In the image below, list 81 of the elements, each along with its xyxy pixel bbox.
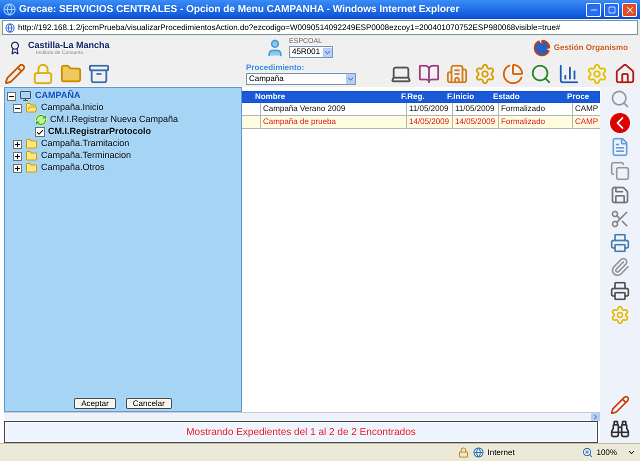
- building-icon[interactable]: [446, 62, 468, 84]
- binoculars-icon[interactable]: [610, 419, 630, 439]
- pencil-icon[interactable]: [4, 62, 26, 84]
- folder-icon: [25, 150, 38, 162]
- zoom-level[interactable]: 100%: [596, 446, 617, 458]
- scroll-right-icon: [591, 413, 600, 422]
- document-icon[interactable]: [610, 137, 630, 157]
- paperclip-icon[interactable]: [610, 257, 630, 277]
- results-message: Mostrando Expedientes del 1 al 2 de 2 Encontrados: [186, 426, 416, 440]
- procedimiento-select[interactable]: Campaña: [246, 72, 356, 84]
- column-header[interactable]: Proce: [564, 91, 600, 103]
- books-icon[interactable]: [418, 62, 440, 84]
- tree-item[interactable]: Campaña.Terminacion: [41, 149, 132, 163]
- tree-item[interactable]: Campaña.Tramitacion: [41, 137, 130, 151]
- expand-toggle[interactable]: [13, 140, 22, 148]
- zoom-icon: [582, 447, 593, 458]
- logo-icon: [532, 39, 551, 57]
- folder-icon: [25, 102, 38, 114]
- accept-button[interactable]: Aceptar: [74, 398, 116, 410]
- refresh-icon: [35, 114, 47, 126]
- cut-icon[interactable]: [610, 209, 630, 229]
- procedimiento-label: Procedimiento:: [246, 62, 306, 72]
- close-button[interactable]: [622, 2, 637, 16]
- horizontal-scrollbar[interactable]: [4, 412, 600, 422]
- table-row[interactable]: Campaña de prueba 14/05/2009 14/05/2009 Formalizado CAMP: [242, 116, 600, 129]
- pie-chart-icon[interactable]: [502, 62, 524, 84]
- table-cell: 14/05/2009: [452, 116, 498, 128]
- search-icon[interactable]: [530, 62, 552, 84]
- copy-icon[interactable]: [610, 161, 630, 181]
- computer-icon: [19, 90, 32, 102]
- table-cell: Formalizado: [498, 116, 572, 128]
- home-icon[interactable]: [614, 62, 636, 84]
- printer-icon[interactable]: [610, 281, 630, 301]
- collapse-toggle[interactable]: [13, 104, 22, 112]
- search-icon[interactable]: [610, 89, 630, 109]
- expand-toggle[interactable]: [13, 152, 22, 160]
- back-icon[interactable]: [610, 113, 630, 133]
- folder-icon: [25, 138, 38, 150]
- checkbox[interactable]: [35, 127, 45, 137]
- folder-icon[interactable]: [60, 62, 82, 84]
- browser-icon: [3, 3, 16, 16]
- dropdown-icon: [323, 48, 332, 56]
- minimize-button[interactable]: [586, 2, 601, 16]
- table-row[interactable]: Campaña Verano 2009 11/05/2009 11/05/2009 Formalizado CAMP: [242, 103, 600, 116]
- table-cell: 11/05/2009: [406, 103, 452, 115]
- dropdown-icon[interactable]: [627, 448, 636, 457]
- maximize-icon: [608, 6, 616, 14]
- column-header[interactable]: Estado: [490, 91, 564, 103]
- expand-toggle[interactable]: [13, 164, 22, 172]
- cancel-button[interactable]: Cancelar: [126, 398, 172, 410]
- collapse-toggle[interactable]: [7, 92, 16, 100]
- table-cell: Campaña de prueba: [260, 116, 406, 128]
- bar-chart-icon[interactable]: [558, 62, 580, 84]
- dropdown-icon: [346, 74, 355, 84]
- security-icon: [458, 447, 469, 458]
- pencil-icon[interactable]: [610, 395, 630, 415]
- table-cell: Campaña Verano 2009: [260, 103, 406, 115]
- table-cell: Formalizado: [498, 103, 572, 115]
- column-header[interactable]: F.Reg.: [398, 91, 444, 103]
- printer-icon[interactable]: [610, 233, 630, 253]
- user-select[interactable]: 45R001: [289, 46, 334, 58]
- cabinet-icon[interactable]: [88, 62, 110, 84]
- folder-icon: [25, 162, 38, 174]
- address-field[interactable]: http://192.168.1.2/jccmPrueba/visualizarProcedimientosAction.do?ezcodigo=W0090514092249ESP0008ezcoy1=200401070752ESP980068visible=true#: [2, 20, 638, 35]
- table-cell: 14/05/2009: [406, 116, 452, 128]
- globe-icon: [5, 22, 15, 32]
- column-header[interactable]: Nombre: [252, 91, 398, 103]
- close-icon: [624, 4, 634, 14]
- save-icon[interactable]: [610, 185, 630, 205]
- table-cell: 11/05/2009: [452, 103, 498, 115]
- security-zone: Internet: [488, 446, 516, 458]
- tree-root[interactable]: CAMPAÑA: [35, 89, 80, 103]
- tree-item[interactable]: CM.I.RegistrarProtocolo: [48, 125, 152, 139]
- tree-item[interactable]: Campaña.Inicio: [41, 101, 104, 115]
- maximize-button[interactable]: [604, 2, 619, 16]
- globe-icon: [472, 447, 484, 458]
- tree-item[interactable]: Campaña.Otros: [41, 161, 105, 175]
- window-title: Grecae: SERVICIOS CENTRALES - Opcion de Menu CAMPANHA - Windows Internet Explorer: [19, 3, 460, 17]
- tree-item[interactable]: CM.I.Registrar Nueva Campaña: [50, 113, 178, 127]
- column-header[interactable]: F.Inicio: [444, 91, 490, 103]
- brand-name: Castilla-La Mancha: [28, 40, 111, 50]
